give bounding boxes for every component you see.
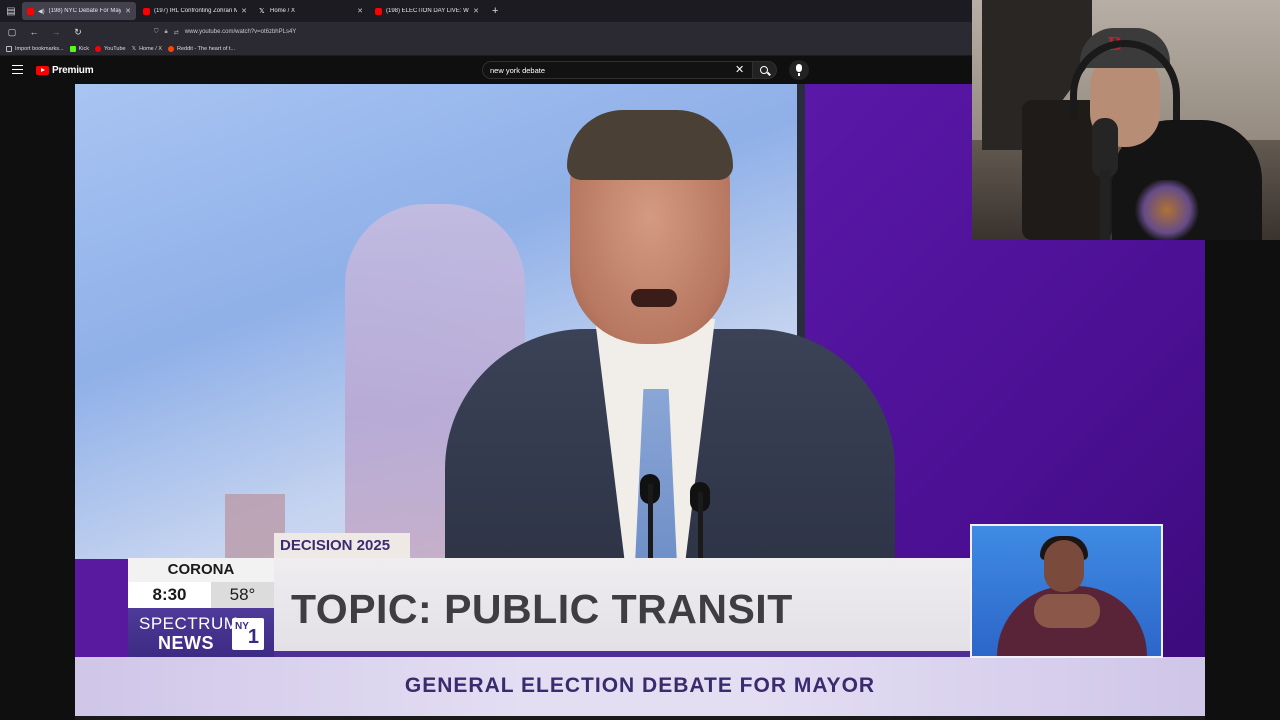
x-icon: 𝕏	[259, 6, 265, 15]
topic-banner: TOPIC: PUBLIC TRANSIT	[274, 558, 970, 652]
x-icon: 𝕏	[131, 45, 137, 52]
search-button[interactable]	[753, 61, 777, 79]
shield-icon[interactable]: ⛉	[154, 29, 159, 36]
temperature-label: 58°	[211, 582, 274, 608]
tab-title: Home / X	[270, 8, 296, 14]
interpreter-hands	[1034, 594, 1100, 628]
tab-title: (198) ELECTION DAY LIVE: Watc	[386, 8, 470, 14]
microphone-icon	[1092, 118, 1118, 178]
tab-title: (198) NYC Debate For Mayor	[48, 8, 122, 14]
bookmark-youtube[interactable]: YouTube	[95, 45, 126, 52]
sign-interpreter-window	[970, 524, 1163, 658]
speaker-hair	[567, 110, 733, 180]
decision-label: DECISION 2025	[274, 533, 410, 558]
bookmark-import[interactable]: Import bookmarks...	[6, 45, 64, 52]
clear-search-icon[interactable]: ✕	[735, 63, 744, 76]
close-tab-icon[interactable]: ✕	[125, 7, 131, 15]
bookmarks-bar: Import bookmarks... Kick YouTube 𝕏 Home /…	[0, 42, 972, 56]
page-background-right	[1205, 240, 1280, 720]
reddit-icon	[168, 45, 174, 52]
youtube-icon	[27, 7, 34, 15]
mic-icon	[796, 64, 802, 76]
ny1-letters: NY	[235, 621, 249, 632]
new-tab-button[interactable]: +	[492, 5, 498, 17]
voice-search-button[interactable]	[789, 60, 809, 80]
bookmark-label: Home / X	[139, 45, 162, 52]
lock-icon[interactable]: 🔒︎	[165, 29, 168, 36]
webcam-overlay: B	[972, 0, 1280, 240]
reload-icon[interactable]: ↻	[72, 27, 84, 38]
bookmark-label: Reddit - The heart of t...	[177, 45, 235, 52]
time-label: 8:30	[128, 582, 211, 608]
spectrum-news-logo: SPECTRUM NEWS NY 1	[128, 608, 274, 659]
location-label: CORONA	[128, 558, 274, 582]
youtube-icon	[143, 7, 150, 15]
podium-microphones	[640, 474, 730, 572]
bookmark-label: Import bookmarks...	[15, 45, 64, 52]
close-tab-icon[interactable]: ✕	[357, 7, 363, 15]
import-icon	[6, 45, 12, 52]
forward-icon[interactable]: →	[50, 27, 62, 37]
bookmark-label: Kick	[78, 45, 89, 52]
interpreter-head	[1044, 540, 1084, 592]
mic-arm	[1100, 170, 1110, 240]
search-input[interactable]	[482, 61, 753, 79]
search-icon	[760, 66, 768, 74]
tab-title: (197) IRL Confronting Zohran M	[154, 8, 238, 14]
close-tab-icon[interactable]: ✕	[241, 7, 247, 15]
brand-top-text: SPECTRUM	[139, 614, 239, 633]
address-bar[interactable]: ⛉ 🔒︎ ⇄ www.youtube.com/watch?v=ot6zbhPLs…	[154, 29, 296, 36]
ny1-number: 1	[247, 626, 259, 648]
tab-3[interactable]: (198) ELECTION DAY LIVE: Watc ✕	[370, 2, 484, 20]
page-background	[0, 84, 75, 720]
permissions-icon[interactable]: ⇄	[174, 29, 179, 36]
speaker-mouth	[631, 289, 677, 307]
tab-bar: ▤ ◀) (198) NYC Debate For Mayor ✕ (197) …	[0, 0, 972, 22]
tab-0[interactable]: ◀) (198) NYC Debate For Mayor ✕	[22, 2, 136, 20]
tab-1[interactable]: (197) IRL Confronting Zohran M ✕	[138, 2, 252, 20]
bookmark-label: YouTube	[104, 45, 126, 52]
bookmark-x[interactable]: 𝕏 Home / X	[132, 46, 162, 52]
youtube-logo[interactable]: Premium	[36, 65, 94, 76]
tab-list-icon[interactable]: ▤	[0, 0, 22, 22]
tab-2[interactable]: 𝕏 Home / X ✕	[254, 2, 368, 20]
topic-text: TOPIC: PUBLIC TRANSIT	[291, 586, 793, 632]
menu-icon[interactable]	[12, 65, 23, 74]
microphone-stand	[648, 484, 653, 564]
ny1-logo: NY 1	[232, 618, 264, 650]
brand-bottom-text: NEWS	[158, 633, 214, 653]
shirt-graphic	[1132, 180, 1202, 240]
url-text[interactable]: www.youtube.com/watch?v=ot6zbhPLs4Y	[185, 29, 297, 35]
bookmark-kick[interactable]: Kick	[69, 45, 89, 52]
video-bottom-edge	[75, 716, 1205, 720]
debate-title: GENERAL ELECTION DEBATE FOR MAYOR	[404, 674, 876, 697]
speaker-icon[interactable]: ◀)	[38, 8, 45, 15]
bookmark-reddit[interactable]: Reddit - The heart of t...	[168, 45, 235, 52]
debate-title-strip: GENERAL ELECTION DEBATE FOR MAYOR	[75, 657, 1205, 717]
back-icon[interactable]: ←	[28, 27, 40, 37]
logo-text: Premium	[52, 65, 94, 76]
youtube-play-icon	[36, 66, 49, 75]
youtube-icon	[375, 7, 382, 15]
station-bug: CORONA 8:30 58° SPECTRUM NEWS NY 1	[128, 558, 274, 659]
nav-bar: ▢ ← → ↻ ⛉ 🔒︎ ⇄ www.youtube.com/watch?v=o…	[0, 22, 972, 42]
close-tab-icon[interactable]: ✕	[473, 7, 479, 15]
youtube-icon	[95, 45, 101, 52]
sidebar-toggle-icon[interactable]: ▢	[6, 27, 18, 38]
kick-icon	[69, 45, 76, 52]
